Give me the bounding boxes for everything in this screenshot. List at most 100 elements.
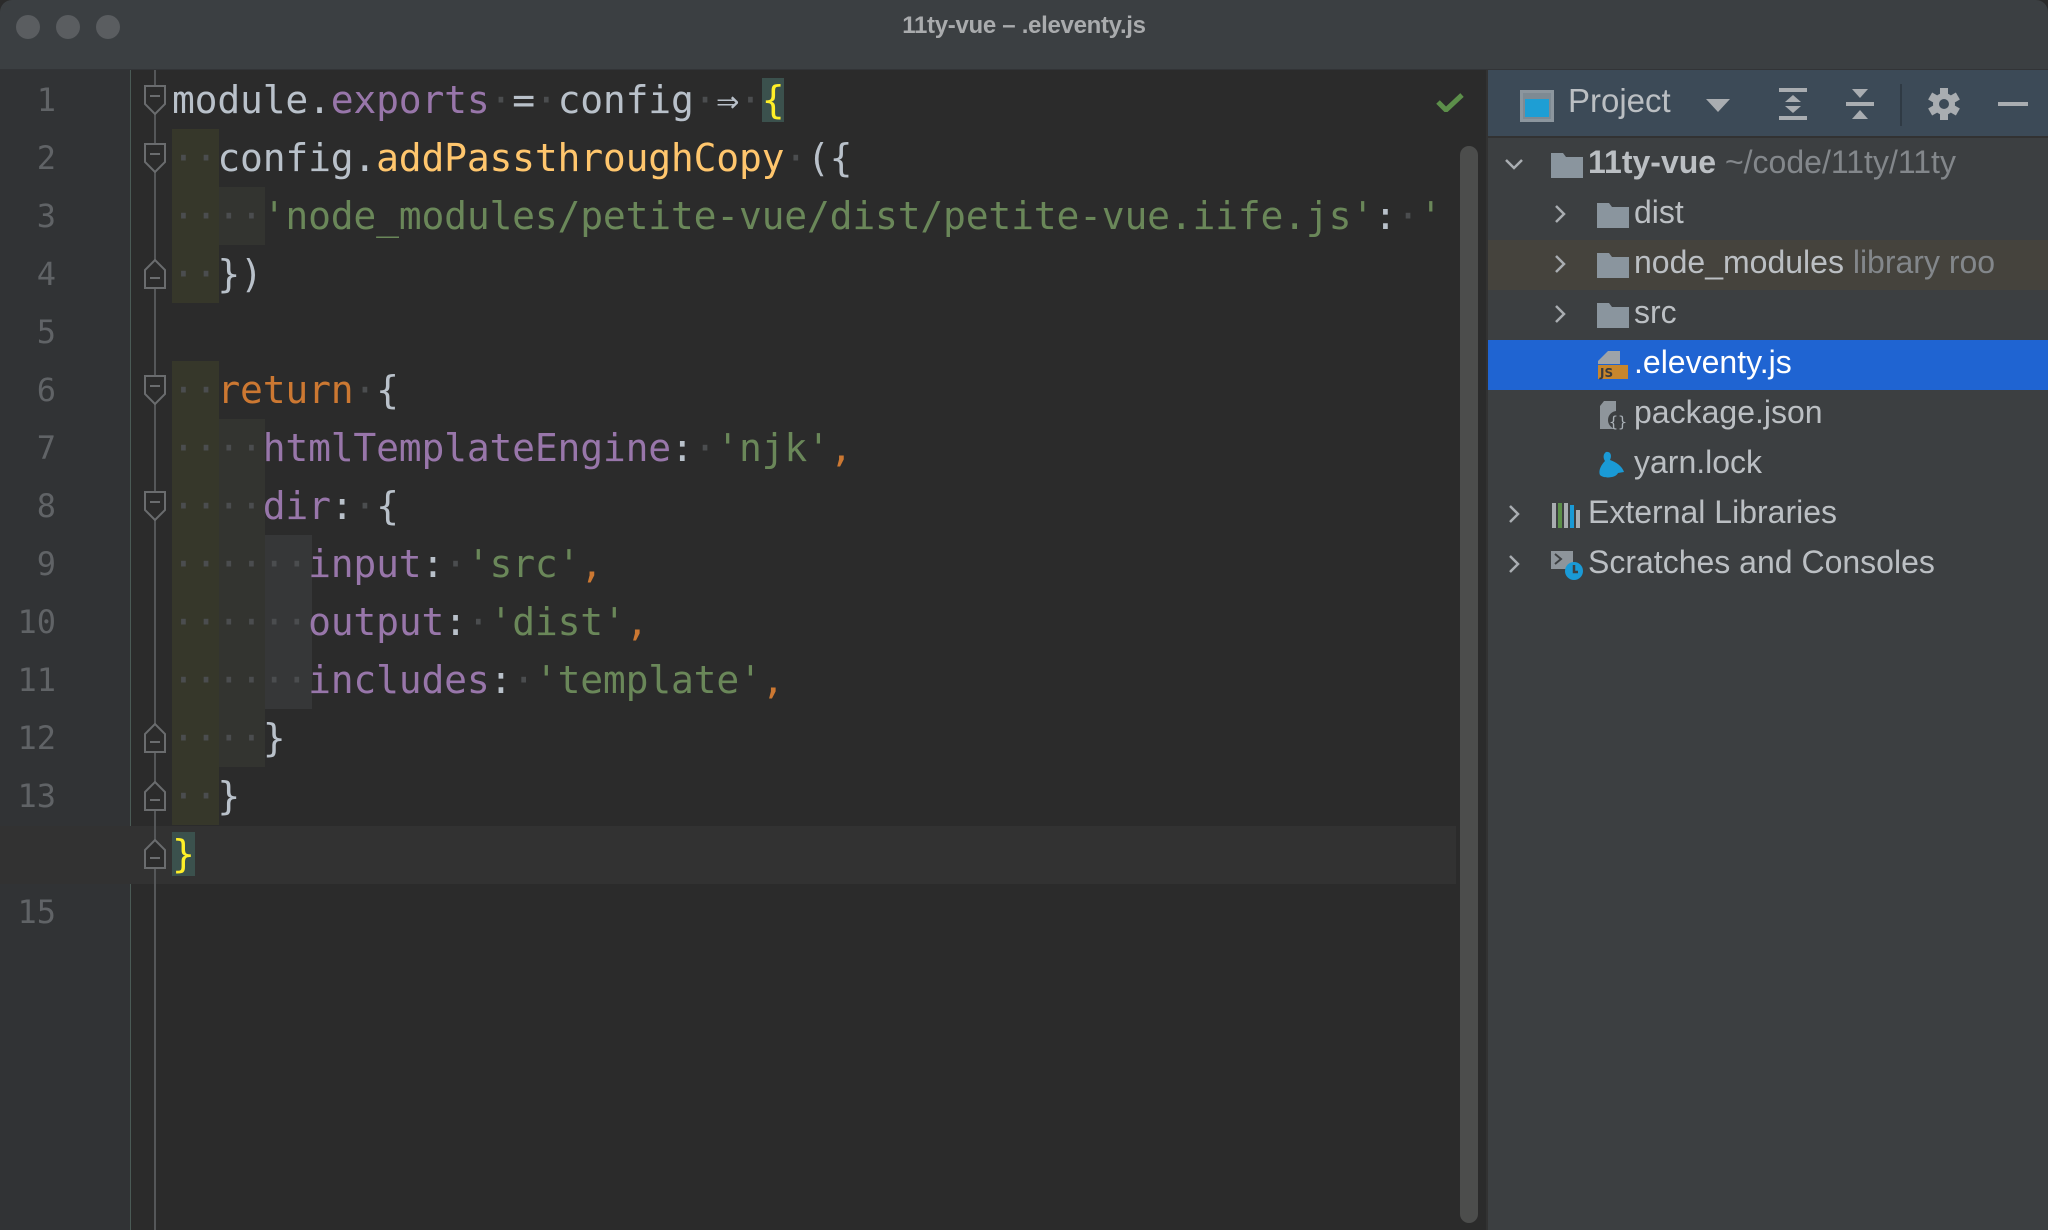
folder-icon xyxy=(1550,150,1584,180)
line-number[interactable]: 15 xyxy=(0,883,56,941)
line-number[interactable]: 9 xyxy=(0,535,56,593)
code-token: includes xyxy=(308,658,490,702)
fold-end-icon[interactable] xyxy=(144,259,166,289)
toolbar-separator xyxy=(1900,84,1902,126)
svg-text:JS: JS xyxy=(1599,366,1613,380)
fold-end-icon[interactable] xyxy=(144,781,166,811)
tree-item-name: External Libraries xyxy=(1588,494,1837,530)
folder-icon xyxy=(1596,200,1630,230)
tree-item-scratches-and-consoles[interactable]: Scratches and Consoles xyxy=(1488,540,2048,590)
tree-item-label: package.json xyxy=(1634,394,1823,431)
line-number[interactable]: 7 xyxy=(0,419,56,477)
gear-icon[interactable] xyxy=(1924,84,1964,124)
fold-collapse-icon[interactable] xyxy=(144,85,166,115)
code-token: · xyxy=(784,136,807,180)
tree-item-node-modules[interactable]: node_modules library roo xyxy=(1488,240,2048,290)
code-line[interactable]: ······includes:·'template', xyxy=(172,651,785,709)
code-line[interactable]: ··config.addPassthroughCopy·({ xyxy=(172,129,853,187)
code-token: ·· xyxy=(172,252,218,296)
tree-item-src[interactable]: src xyxy=(1488,290,2048,340)
code-line[interactable]: ··} xyxy=(172,767,240,825)
tree-item-eleventy-js[interactable]: JS .eleventy.js xyxy=(1488,340,2048,390)
line-number[interactable]: 3 xyxy=(0,187,56,245)
line-number[interactable]: 1 xyxy=(0,71,56,129)
code-token: ⇒ xyxy=(716,78,740,122)
fold-collapse-icon[interactable] xyxy=(144,491,166,521)
window-title-text: 11ty-vue – .eleventy.js xyxy=(902,12,1146,39)
code-token: : xyxy=(421,542,445,586)
js-file-icon: JS xyxy=(1596,350,1630,380)
code-line[interactable]: ······input:·'src', xyxy=(172,535,603,593)
line-number[interactable]: 13 xyxy=(0,767,56,825)
line-number[interactable]: 6 xyxy=(0,361,56,419)
line-number[interactable]: 5 xyxy=(0,303,56,361)
code-token: ·· xyxy=(172,136,218,180)
tree-item-hint: ~/code/11ty/11ty xyxy=(1716,144,1956,180)
code-editor[interactable]: 123456789101112131415 module.exports·=·c… xyxy=(0,70,1486,1230)
fold-collapse-icon[interactable] xyxy=(144,143,166,173)
code-token: ······ xyxy=(172,658,309,702)
code-token: }) xyxy=(217,252,263,296)
tree-item-package-json[interactable]: {} package.json xyxy=(1488,390,2048,440)
code-token: ' xyxy=(1419,194,1442,238)
folder-icon xyxy=(1596,250,1630,280)
code-token: · xyxy=(1396,194,1420,238)
code-token: return xyxy=(217,368,354,412)
chevron-right-icon[interactable] xyxy=(1548,252,1572,276)
fold-end-icon[interactable] xyxy=(144,839,166,869)
vertical-scrollbar[interactable] xyxy=(1460,146,1478,1223)
code-line[interactable]: ····} xyxy=(172,709,286,767)
tree-item-external-libraries[interactable]: External Libraries xyxy=(1488,490,2048,540)
minimize-icon[interactable] xyxy=(1992,84,2032,124)
fold-end-icon[interactable] xyxy=(144,723,166,753)
code-token: 'src' xyxy=(466,542,581,586)
code-token: { xyxy=(376,368,399,412)
tree-item-yarn-lock[interactable]: yarn.lock xyxy=(1488,440,2048,490)
chevron-down-icon[interactable] xyxy=(1502,152,1526,176)
code-line[interactable]: module.exports·=·config·⇒·{ xyxy=(172,71,785,129)
tree-item-name: 11ty-vue xyxy=(1588,144,1717,180)
json-file-icon: {} xyxy=(1596,400,1630,431)
code-token: } xyxy=(217,774,241,818)
code-token: : xyxy=(1373,194,1397,238)
check-icon[interactable] xyxy=(1436,92,1464,112)
code-line[interactable]: ····htmlTemplateEngine:·'njk', xyxy=(172,419,853,477)
project-tool-window: Project 11ty-vue ~/code/11ty/11ty dist n… xyxy=(1486,70,2048,1230)
code-token: · xyxy=(693,426,717,470)
code-token: 'dist' xyxy=(489,600,626,644)
code-token: ···· xyxy=(172,194,263,238)
code-line[interactable]: ····'node_modules/petite-vue/dist/petite… xyxy=(172,187,1442,245)
code-token: , xyxy=(580,542,603,586)
chevron-right-icon[interactable] xyxy=(1548,202,1572,226)
tree-item-11ty-vue[interactable]: 11ty-vue ~/code/11ty/11ty xyxy=(1488,140,2048,190)
collapse-all-icon[interactable] xyxy=(1840,84,1880,124)
line-number[interactable]: 10 xyxy=(0,593,56,651)
code-token: 'njk' xyxy=(716,426,830,470)
fold-collapse-icon[interactable] xyxy=(144,375,166,405)
code-line[interactable]: ··return·{ xyxy=(172,361,399,419)
code-line[interactable]: } xyxy=(172,825,195,883)
code-line[interactable]: ······output:·'dist', xyxy=(172,593,648,651)
code-token: ·· xyxy=(172,774,218,818)
tree-item-dist[interactable]: dist xyxy=(1488,190,2048,240)
code-token: { xyxy=(376,484,399,528)
tree-item-name: node_modules xyxy=(1634,244,1844,280)
project-view-selector[interactable]: Project xyxy=(1568,82,1671,120)
line-number-gutter[interactable]: 123456789101112131415 xyxy=(0,70,131,1230)
chevron-right-icon[interactable] xyxy=(1502,552,1526,576)
chevron-right-icon[interactable] xyxy=(1548,302,1572,326)
line-number[interactable]: 11 xyxy=(0,651,56,709)
code-token: ···· xyxy=(172,426,263,470)
chevron-right-icon[interactable] xyxy=(1502,502,1526,526)
code-line[interactable]: ····dir:·{ xyxy=(172,477,399,535)
tree-item-hint: library roo xyxy=(1843,244,1996,280)
line-number[interactable]: 2 xyxy=(0,129,56,187)
line-number[interactable]: 8 xyxy=(0,477,56,535)
tree-item-label: .eleventy.js xyxy=(1634,344,1792,381)
line-number[interactable]: 4 xyxy=(0,245,56,303)
yarn-icon xyxy=(1596,450,1630,480)
dropdown-arrow-icon[interactable] xyxy=(1698,84,1738,124)
line-number[interactable]: 12 xyxy=(0,709,56,767)
expand-all-icon[interactable] xyxy=(1773,84,1813,124)
code-line[interactable]: ··}) xyxy=(172,245,263,303)
